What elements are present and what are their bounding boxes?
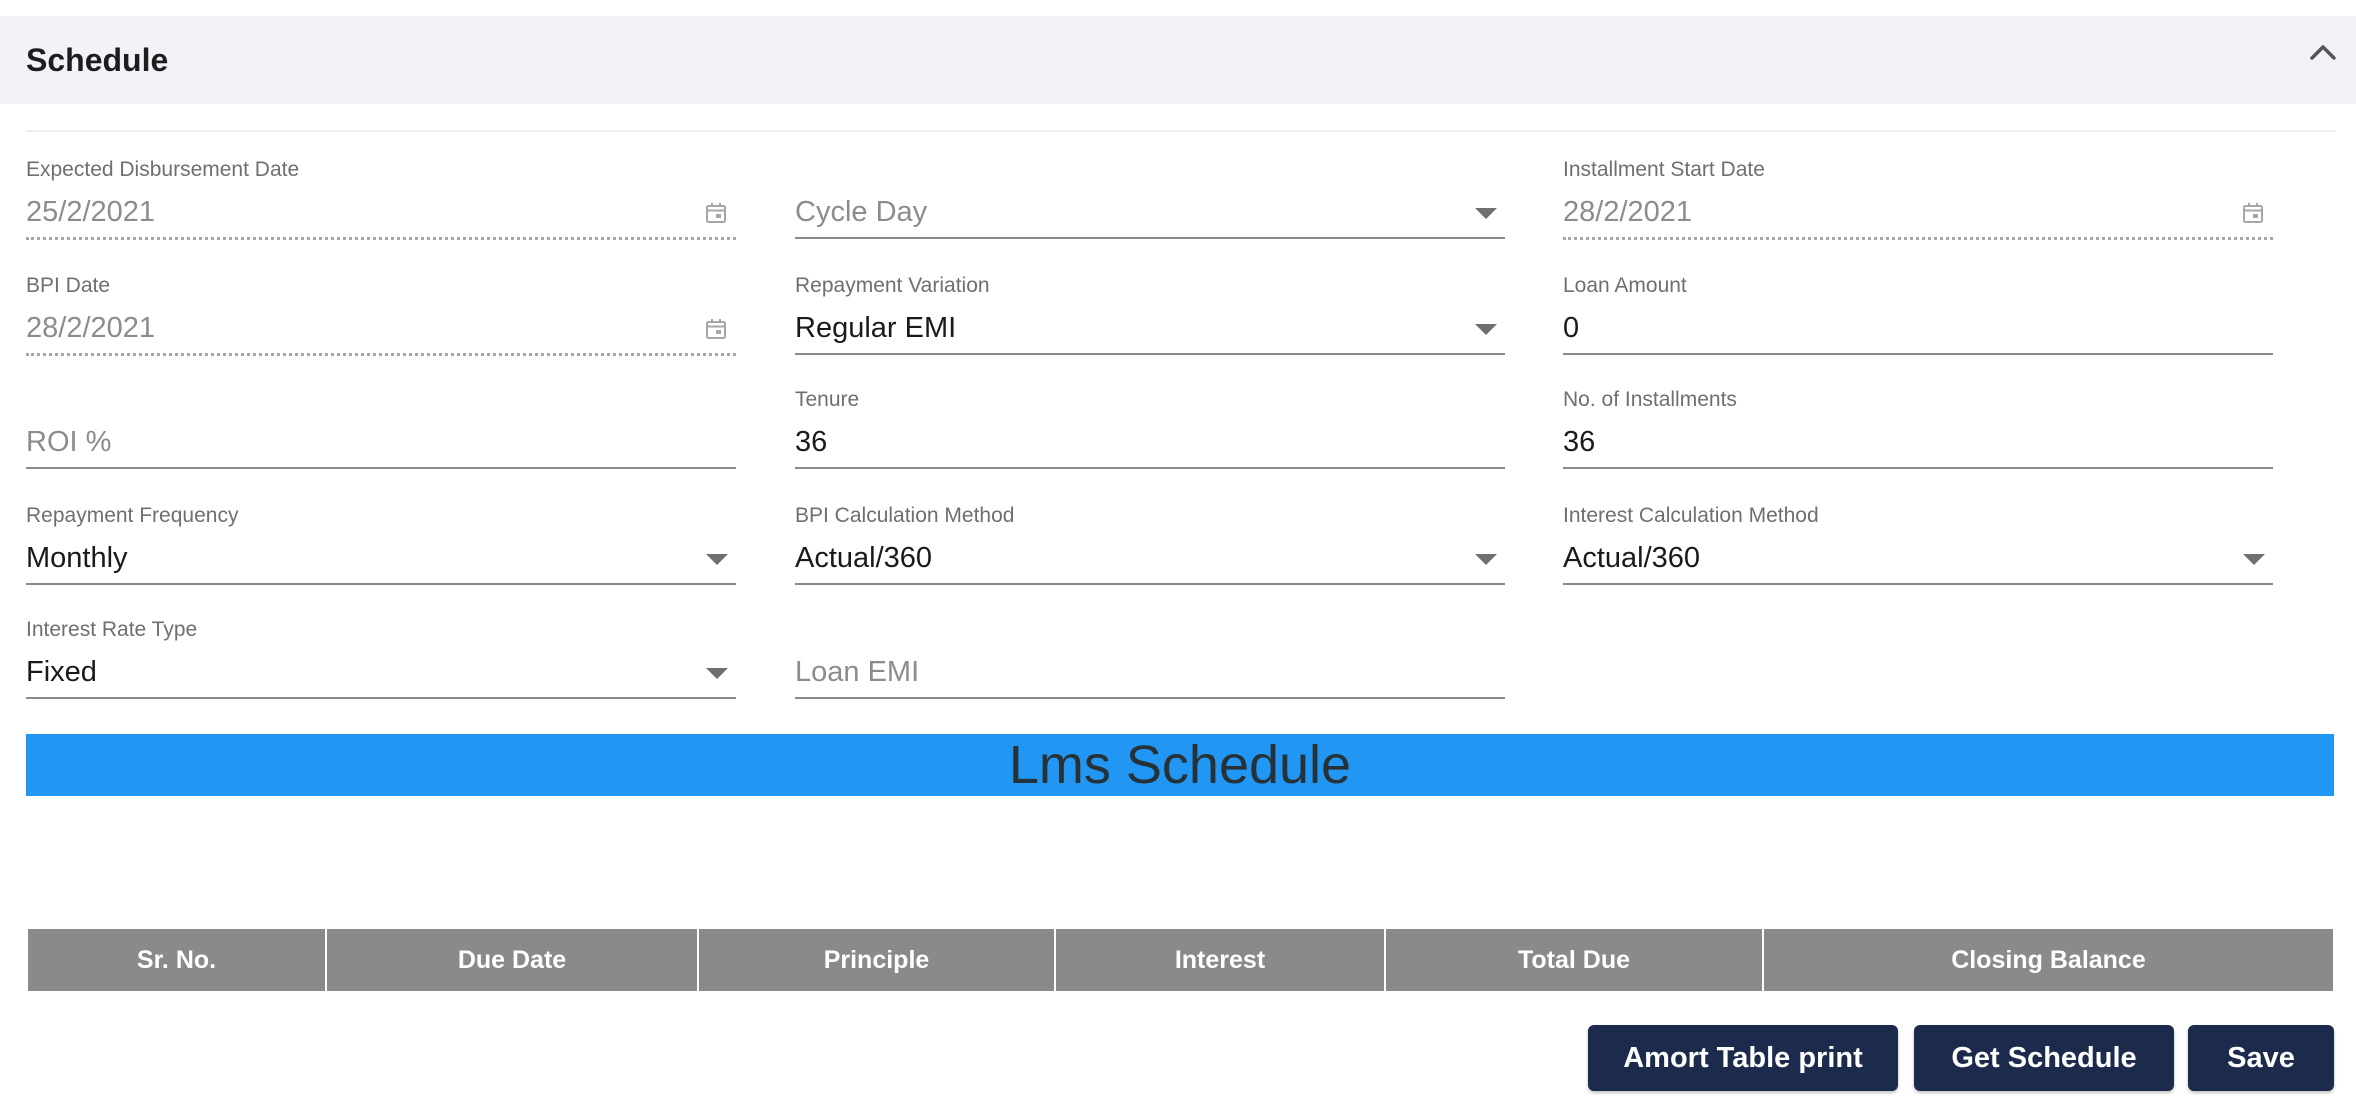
table-header-row: Sr. No. Due Date Principle Interest Tota…	[28, 929, 2333, 991]
column-header-total-due: Total Due	[1384, 929, 1764, 991]
schedule-panel: Schedule Expected Disbursement Date 25/2…	[0, 0, 2356, 1104]
field-underline	[1563, 467, 2273, 469]
field-underline	[1563, 583, 2273, 585]
amort-table-print-button[interactable]: Amort Table print	[1588, 1025, 1898, 1091]
no-of-installments-field: No. of Installments 36	[1563, 387, 2273, 491]
column-header-principle: Principle	[697, 929, 1056, 991]
no-of-installments-input[interactable]: 36	[1563, 423, 1595, 461]
field-underline	[1563, 353, 2273, 355]
loan-emi-field[interactable]: Loan EMI	[795, 617, 1505, 721]
field-underline	[26, 467, 736, 469]
repayment-frequency-value: Monthly	[26, 542, 128, 574]
expected-disbursement-date-input[interactable]: 25/2/2021	[26, 193, 155, 231]
interest-rate-type-value: Fixed	[26, 656, 97, 688]
field-underline	[795, 353, 1505, 355]
schedule-table: Sr. No. Due Date Principle Interest Tota…	[28, 929, 2333, 991]
field-label: Interest Calculation Method	[1563, 504, 1819, 527]
column-header-closing-balance: Closing Balance	[1762, 929, 2333, 991]
dropdown-arrow-icon	[1475, 554, 1497, 565]
field-underline	[795, 583, 1505, 585]
expected-disbursement-date-field: Expected Disbursement Date 25/2/2021	[26, 157, 736, 261]
field-label: Repayment Variation	[795, 274, 990, 297]
tenure-field: Tenure 36	[795, 387, 1505, 491]
save-button[interactable]: Save	[2188, 1025, 2334, 1091]
interest-rate-type-select[interactable]: Interest Rate Type Fixed	[26, 617, 736, 721]
field-label: Installment Start Date	[1563, 158, 1765, 181]
roi-input[interactable]: ROI %	[26, 423, 111, 461]
interest-calculation-method-select[interactable]: Interest Calculation Method Actual/360	[1563, 503, 2273, 607]
roi-field[interactable]: ROI %	[26, 387, 736, 491]
dropdown-arrow-icon	[1475, 324, 1497, 335]
installment-start-date-field: Installment Start Date 28/2/2021	[1563, 157, 2273, 261]
repayment-frequency-select[interactable]: Repayment Frequency Monthly	[26, 503, 736, 607]
field-underline	[26, 583, 736, 585]
field-underline	[795, 467, 1505, 469]
calendar-icon[interactable]	[2241, 201, 2265, 225]
column-header-interest: Interest	[1054, 929, 1386, 991]
dropdown-arrow-icon	[1475, 208, 1497, 219]
column-header-sr-no: Sr. No.	[28, 929, 327, 991]
column-header-due-date: Due Date	[325, 929, 699, 991]
field-label: Interest Rate Type	[26, 618, 198, 641]
bpi-date-input[interactable]: 28/2/2021	[26, 309, 155, 347]
dropdown-arrow-icon	[706, 554, 728, 565]
bpi-calculation-method-value: Actual/360	[795, 542, 933, 574]
loan-amount-field: Loan Amount 0	[1563, 273, 2273, 377]
field-label: Repayment Frequency	[26, 504, 239, 527]
section-header[interactable]	[0, 16, 2356, 104]
field-underline	[1563, 237, 2273, 240]
installment-start-date-input[interactable]: 28/2/2021	[1563, 193, 1692, 231]
field-underline	[795, 697, 1505, 699]
field-underline	[26, 353, 736, 356]
lms-schedule-banner: Lms Schedule	[26, 734, 2334, 796]
field-underline	[26, 237, 736, 240]
repayment-variation-value: Regular EMI	[795, 312, 957, 344]
banner-title: Lms Schedule	[1008, 735, 1352, 795]
chevron-up-icon	[2310, 45, 2336, 60]
loan-amount-input[interactable]: 0	[1563, 309, 1579, 347]
tenure-input[interactable]: 36	[795, 423, 827, 461]
calendar-icon[interactable]	[704, 317, 728, 341]
loan-emi-input[interactable]: Loan EMI	[795, 653, 919, 691]
bpi-calculation-method-select[interactable]: BPI Calculation Method Actual/360	[795, 503, 1505, 607]
field-label: BPI Date	[26, 274, 111, 297]
field-label: Loan Amount	[1563, 274, 1687, 297]
repayment-variation-select[interactable]: Repayment Variation Regular EMI	[795, 273, 1505, 377]
interest-calculation-method-value: Actual/360	[1563, 542, 1701, 574]
cycle-day-select[interactable]: Cycle Day	[795, 157, 1505, 261]
field-underline	[26, 697, 736, 699]
calendar-icon[interactable]	[704, 201, 728, 225]
field-label: Tenure	[795, 388, 860, 411]
dropdown-arrow-icon	[2243, 554, 2265, 565]
get-schedule-button[interactable]: Get Schedule	[1914, 1025, 2174, 1091]
header-divider	[26, 130, 2336, 132]
cycle-day-placeholder: Cycle Day	[795, 196, 928, 228]
section-title: Schedule	[26, 42, 169, 78]
field-underline	[795, 237, 1505, 239]
field-label: No. of Installments	[1563, 388, 1737, 411]
dropdown-arrow-icon	[706, 668, 728, 679]
field-label: BPI Calculation Method	[795, 504, 1015, 527]
collapse-button[interactable]	[2306, 36, 2340, 70]
field-label: Expected Disbursement Date	[26, 158, 300, 181]
bpi-date-field: BPI Date 28/2/2021	[26, 273, 736, 377]
